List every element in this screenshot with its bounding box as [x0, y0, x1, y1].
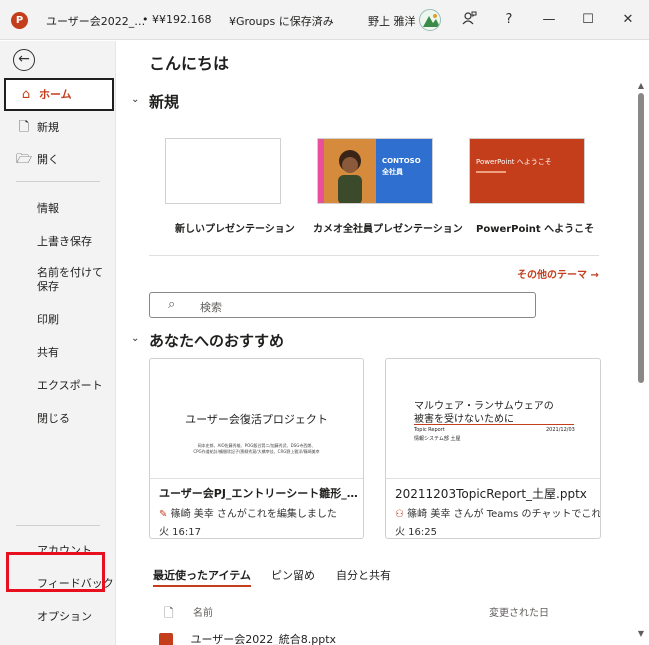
folder-open-icon: 🗁 — [16, 152, 33, 167]
template-blank[interactable] — [165, 138, 281, 204]
table-row[interactable]: ユーザー会2022_統合8.pptx — [159, 631, 336, 645]
column-header-modified[interactable]: 変更された日 — [489, 604, 549, 619]
sidebar-item-print[interactable]: 印刷 — [37, 311, 59, 327]
home-content: こんにちは ⌄ 新規 新しいプレゼンテーション CONTOSO 全社員 カメオ全… — [117, 41, 649, 645]
preview-meta: 情報システム部 土屋 — [414, 436, 461, 442]
search-icon: ⌕ — [168, 297, 176, 312]
file-path: • ¥¥192.168 — [142, 13, 212, 26]
help-icon[interactable]: ? — [498, 10, 520, 30]
sidebar-item-save[interactable]: 上書き保存 — [37, 233, 92, 249]
chevron-down-icon[interactable]: ⌄ — [131, 94, 139, 105]
decor-line — [414, 424, 574, 425]
back-arrow-icon[interactable]: ← — [13, 49, 35, 71]
home-icon: ⌂ — [21, 87, 31, 102]
scrollbar[interactable]: ▲ ▼ — [636, 81, 646, 643]
edit-pencil-icon: ✎ — [159, 509, 168, 520]
preview-title: 被害を受けないために — [414, 414, 514, 425]
new-file-icon: 🗋 — [18, 120, 30, 135]
card-preview: マルウェア・ランサムウェアの 被害を受けないために Topic Report 2… — [386, 359, 600, 479]
feedback-icon[interactable] — [458, 10, 480, 30]
template-label: カメオ全社員プレゼンテーション — [313, 224, 463, 235]
preview-text: CPG作道祐計/鶴間欣記子/黒柳秀晃/大橋宰佳、CRG野上雅洋/篠崎美幸 — [193, 449, 320, 454]
recommended-card[interactable]: マルウェア・ランサムウェアの 被害を受けないために Topic Report 2… — [385, 358, 601, 539]
decor-line — [476, 171, 506, 173]
template-thumb-subtitle: 全社員 — [382, 168, 403, 176]
highlight-box — [6, 552, 105, 592]
save-status: ¥Groups に保存済み — [229, 15, 334, 28]
divider — [16, 181, 100, 182]
template-thumb-title: PowerPoint へようこそ — [476, 158, 552, 166]
scroll-up-icon[interactable]: ▲ — [636, 81, 646, 90]
template-label: PowerPoint へようこそ — [476, 224, 595, 235]
avatar[interactable] — [419, 9, 441, 31]
sidebar-item-options[interactable]: オプション — [37, 608, 92, 624]
activity-text: 篠崎 美幸 さんがこれを編集しました — [170, 509, 337, 520]
sidebar-item-label: 新規 — [37, 121, 59, 134]
card-activity: ✎ 篠崎 美幸 さんがこれを編集しました — [159, 505, 337, 520]
template-thumb-title: CONTOSO — [382, 157, 421, 165]
preview-meta: Topic Report — [414, 427, 445, 433]
new-section-heading: 新規 — [149, 93, 180, 111]
sidebar-item-export[interactable]: エクスポート — [37, 377, 103, 393]
file-name[interactable]: ユーザー会2022_… — [46, 13, 145, 29]
sidebar-item-home[interactable]: ⌂ ホーム — [4, 78, 114, 111]
sidebar-item-open[interactable]: 🗁 開く — [4, 145, 114, 175]
tab-shared[interactable]: 自分と共有 — [336, 567, 391, 583]
template-cameo[interactable]: CONTOSO 全社員 — [317, 138, 433, 204]
scroll-thumb[interactable] — [638, 93, 644, 383]
search-input[interactable]: ⌕ 検索 — [149, 292, 536, 318]
scroll-down-icon[interactable]: ▼ — [636, 629, 646, 638]
sidebar-item-save-as[interactable]: 名前を付けて保存 — [37, 266, 109, 294]
card-title: ユーザー会PJ_エントリーシート雛形_… — [159, 487, 358, 500]
template-preview-image — [318, 139, 376, 203]
card-title: 20211203TopicReport_土屋.pptx — [395, 487, 587, 501]
minimize-button[interactable]: — — [538, 10, 560, 30]
tab-pinned[interactable]: ピン留め — [271, 567, 315, 583]
avatar-image — [423, 14, 440, 27]
pptx-file-icon — [159, 633, 173, 645]
template-label: 新しいプレゼンテーション — [175, 224, 295, 235]
file-name: ユーザー会2022_統合8.pptx — [190, 633, 337, 645]
card-time: 火 16:17 — [159, 527, 201, 538]
preview-meta: 2021/12/03 — [546, 427, 575, 433]
divider — [149, 255, 599, 256]
more-themes-link[interactable]: その他のテーマ → — [517, 266, 599, 281]
tab-recent[interactable]: 最近使ったアイテム — [153, 567, 251, 587]
activity-text: 篠崎 美幸 さんが Teams のチャットでこれ… — [407, 509, 601, 520]
recommended-card[interactable]: ユーザー会復活プロジェクト 岡本史郎、AIO佐藤秀雄、POG飯谷賢二/加藤秀武、… — [149, 358, 364, 539]
sidebar-item-new[interactable]: 🗋 新規 — [4, 113, 114, 143]
recommended-heading: あなたへのおすすめ — [149, 332, 285, 350]
powerpoint-logo-icon: P — [11, 12, 28, 29]
divider — [16, 525, 100, 526]
chevron-down-icon[interactable]: ⌄ — [131, 333, 139, 344]
preview-title: ユーザー会復活プロジェクト — [185, 413, 328, 426]
maximize-button[interactable]: ☐ — [577, 10, 599, 30]
close-button[interactable]: ✕ — [617, 10, 639, 30]
card-activity: ⚇ 篠崎 美幸 さんが Teams のチャットでこれ… — [395, 505, 601, 520]
card-time: 火 16:25 — [395, 527, 437, 538]
card-preview: ユーザー会復活プロジェクト 岡本史郎、AIO佐藤秀雄、POG飯谷賢二/加藤秀武、… — [150, 359, 363, 479]
sidebar-item-info[interactable]: 情報 — [37, 200, 59, 216]
sidebar-item-close[interactable]: 閉じる — [37, 410, 70, 426]
page-title: こんにちは — [149, 54, 230, 73]
sidebar-item-label: 開く — [37, 153, 59, 166]
people-icon: ⚇ — [395, 509, 404, 520]
template-welcome[interactable]: PowerPoint へようこそ — [469, 138, 585, 204]
search-placeholder: 検索 — [200, 301, 222, 314]
file-type-icon: 🗋 — [164, 606, 174, 620]
column-header-name[interactable]: 名前 — [193, 604, 213, 619]
title-bar: P ユーザー会2022_… • ¥¥192.168 ¥Groups に保存済み … — [0, 0, 649, 40]
user-name[interactable]: 野上 雅洋 — [368, 13, 416, 29]
sidebar-item-share[interactable]: 共有 — [37, 344, 59, 360]
sidebar-item-label: ホーム — [39, 88, 72, 101]
